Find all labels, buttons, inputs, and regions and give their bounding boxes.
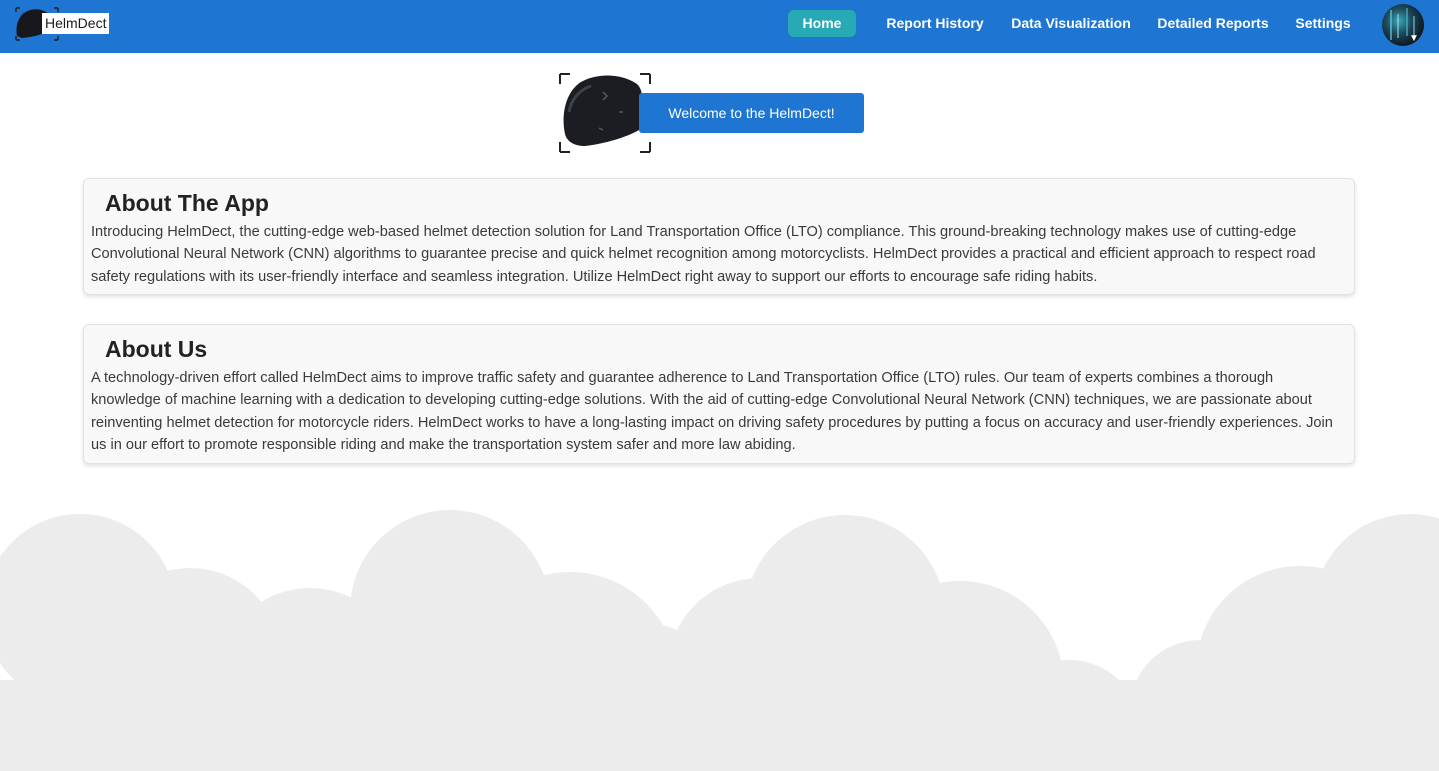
about-app-title: About The App (105, 190, 269, 216)
top-navbar: HelmDect Home Report History Data Visual… (0, 0, 1439, 53)
nav-home[interactable]: Home (788, 10, 856, 37)
nav-data-visualization[interactable]: Data Visualization (1008, 10, 1134, 37)
about-us-text: A technology-driven effort called HelmDe… (91, 370, 1333, 454)
welcome-banner: Welcome to the HelmDect! (639, 93, 864, 133)
about-app-text: Introducing HelmDect, the cutting-edge w… (91, 224, 1316, 285)
nav-report-history[interactable]: Report History (882, 10, 988, 37)
about-us-title: About Us (105, 336, 208, 362)
helmet-icon (559, 73, 651, 153)
nav-settings[interactable]: Settings (1292, 10, 1354, 37)
brand-name: HelmDect (42, 13, 110, 34)
cloud-background (0, 510, 1439, 771)
hero-banner: Welcome to the HelmDect! (559, 72, 865, 154)
about-app-card: About The App Introducing HelmDect, the … (83, 178, 1355, 295)
about-us-card: About Us A technology-driven effort call… (83, 324, 1355, 464)
brand-logo[interactable]: HelmDect (14, 6, 114, 42)
nav-detailed-reports[interactable]: Detailed Reports (1154, 10, 1272, 37)
caret-down-icon[interactable]: ▼ (1409, 33, 1419, 44)
